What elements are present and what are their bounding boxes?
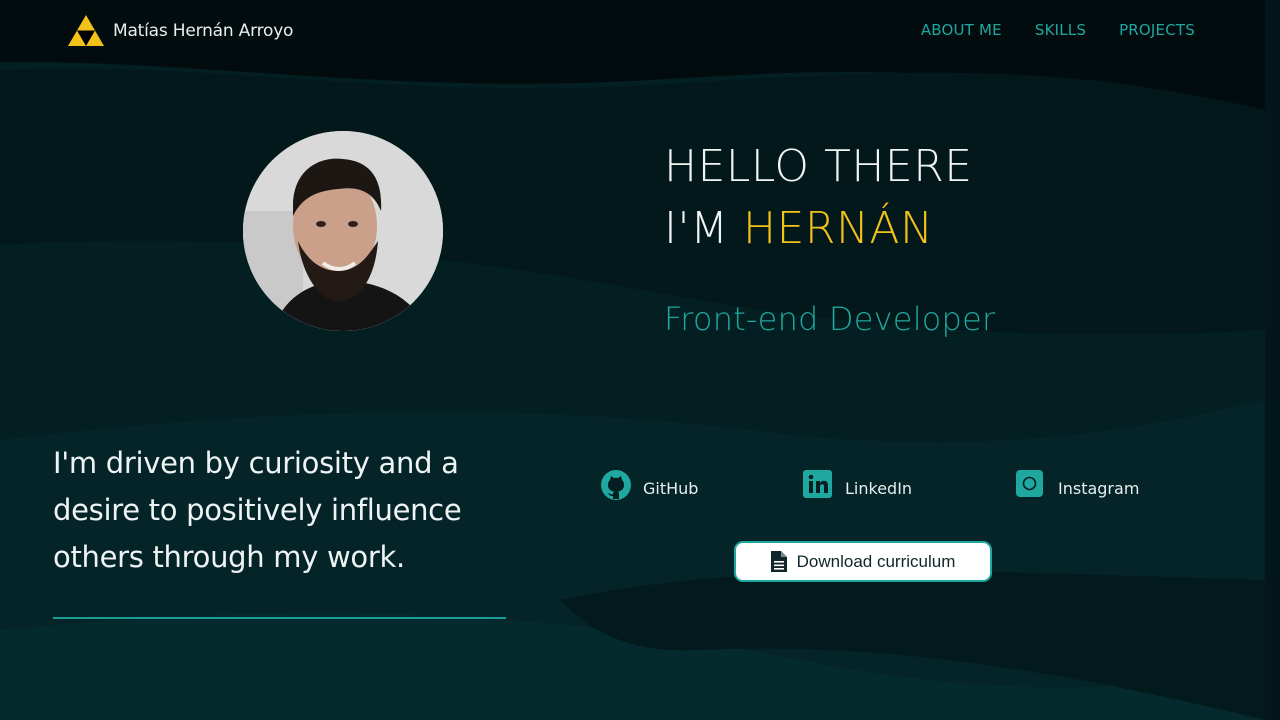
profile-photo <box>243 131 443 331</box>
brand-name: Matías Hernán Arroyo <box>113 20 294 41</box>
profile-photo-illustration <box>243 131 443 331</box>
hero-greeting: HELLO THERE <box>664 141 973 192</box>
github-label: GitHub <box>643 478 699 498</box>
linkedin-icon <box>803 470 832 498</box>
hero-role: Front-end Developer <box>664 300 996 338</box>
github-link[interactable]: GitHub <box>601 470 698 500</box>
hero-name: HERNÁN <box>743 203 934 254</box>
hero-intro-prefix: I'M <box>664 203 744 254</box>
section-divider <box>53 617 506 619</box>
nav-links: ABOUT ME SKILLS PROJECTS <box>921 21 1195 39</box>
download-curriculum-label: Download curriculum <box>796 551 956 571</box>
github-icon <box>601 470 631 500</box>
hero-intro: I'M HERNÁN <box>664 198 995 260</box>
instagram-icon <box>1016 470 1043 497</box>
instagram-link[interactable]: Instagram <box>1016 470 1139 500</box>
nav-projects[interactable]: PROJECTS <box>1119 21 1195 39</box>
hero-heading: HELLO THERE I'M HERNÁN Front-end Develop… <box>664 136 995 338</box>
nav-about-me[interactable]: ABOUT ME <box>921 21 1002 39</box>
nav-skills[interactable]: SKILLS <box>1035 21 1086 39</box>
instagram-label: Instagram <box>1058 478 1140 498</box>
triforce-icon <box>68 15 104 46</box>
brand-link[interactable]: Matías Hernán Arroyo <box>68 15 293 46</box>
document-icon <box>770 551 787 572</box>
download-curriculum-button[interactable]: Download curriculum <box>734 541 992 582</box>
linkedin-label: LinkedIn <box>845 478 913 498</box>
linkedin-link[interactable]: LinkedIn <box>803 470 912 500</box>
top-navbar: Matías Hernán Arroyo ABOUT ME SKILLS PRO… <box>0 0 1265 62</box>
background-waves <box>0 0 1265 720</box>
about-tagline: I'm driven by curiosity and a desire to … <box>53 446 462 574</box>
